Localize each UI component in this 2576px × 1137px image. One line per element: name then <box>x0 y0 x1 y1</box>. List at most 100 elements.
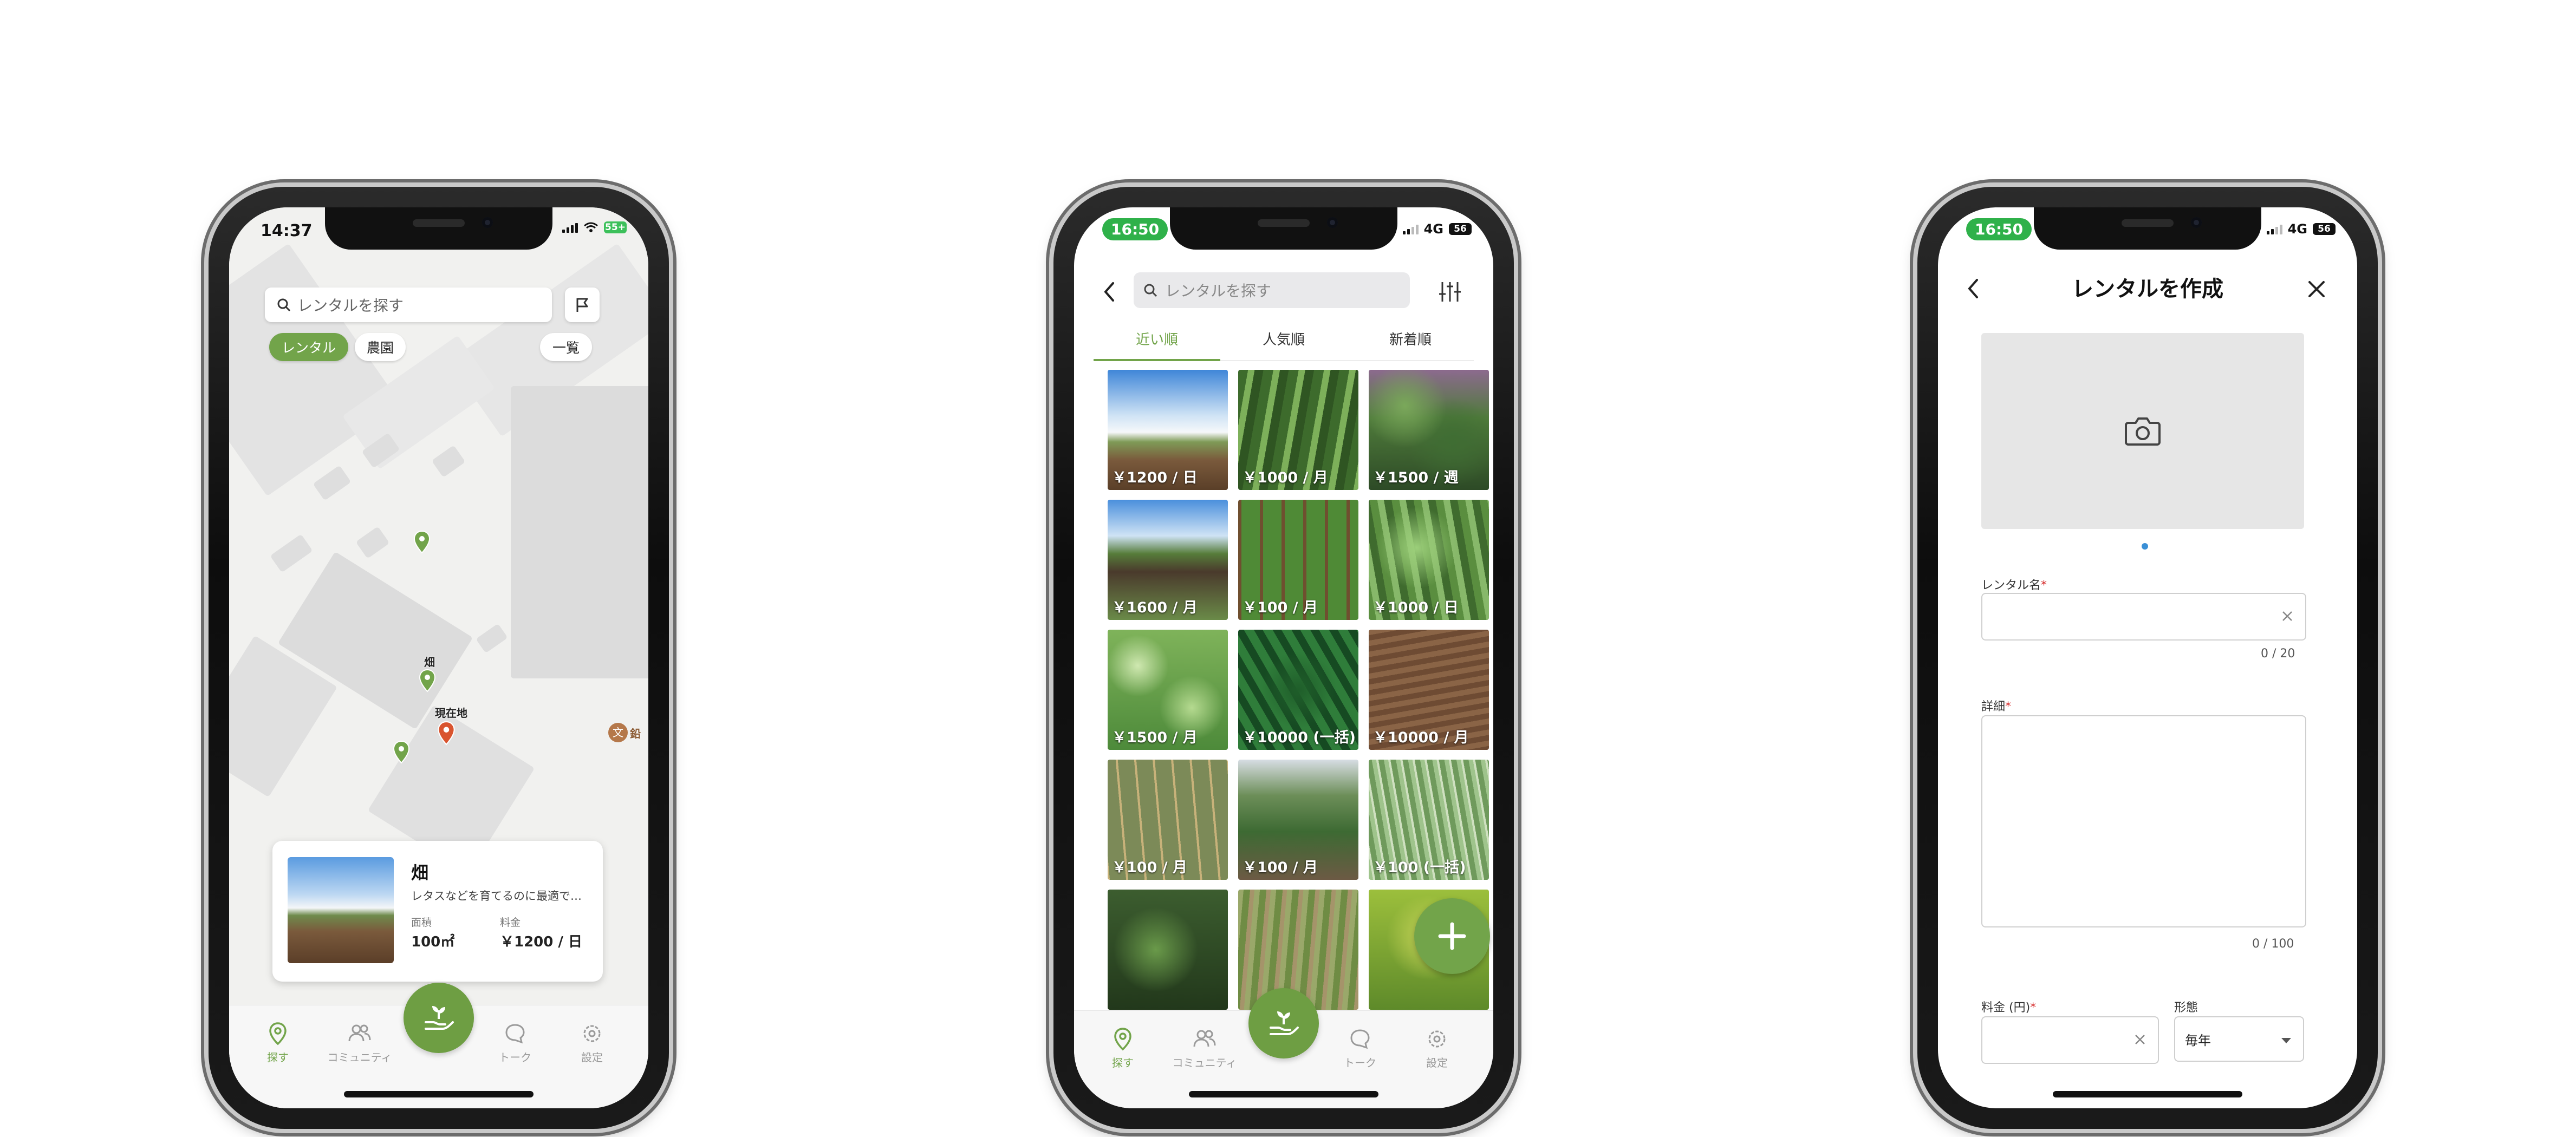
filter-sliders-icon[interactable] <box>1437 280 1463 304</box>
page-indicator-dot <box>2142 543 2148 550</box>
tab-label: トーク <box>1344 1056 1376 1069</box>
users-icon <box>348 1024 371 1042</box>
location-pin-icon <box>269 1022 287 1045</box>
rental-price: ￥100 / 月 <box>1243 599 1318 616</box>
rental-price: ￥1500 / 月 <box>1112 729 1198 746</box>
back-arrow-icon[interactable] <box>1101 281 1117 303</box>
fee-label: 料金 <box>500 917 521 929</box>
rental-price: ￥10000 (一括) <box>1243 729 1356 746</box>
map-pin-icon[interactable] <box>393 740 410 764</box>
chat-bubble-icon <box>505 1024 525 1044</box>
tab-label: 設定 <box>581 1051 603 1064</box>
rental-price: ￥1000 / 日 <box>1373 599 1459 616</box>
filter-chip-farm[interactable]: 農園 <box>355 333 406 361</box>
rental-price: ￥100 / 月 <box>1112 859 1188 876</box>
tab-explore[interactable]: 探す <box>245 1022 310 1064</box>
rental-tile[interactable]: ￥1500 / 週 <box>1369 370 1489 490</box>
detail-textarea[interactable] <box>1981 715 2306 927</box>
search-icon <box>1144 284 1157 297</box>
tab-label: トーク <box>499 1051 531 1064</box>
tab-label: 設定 <box>1426 1056 1448 1069</box>
location-pin-icon <box>1114 1028 1131 1051</box>
tab-popular[interactable]: 人気順 <box>1220 321 1347 360</box>
tab-settings[interactable]: 設定 <box>1404 1027 1469 1070</box>
screen-map: 14:37 55+ レンタルを探す レンタル 農園 一覧 畑 現在地 文 鉛 畑… <box>229 207 648 1108</box>
tab-nearest[interactable]: 近い順 <box>1094 321 1220 361</box>
tab-talk[interactable]: トーク <box>1328 1027 1393 1070</box>
rental-preview-card[interactable]: 畑 レタスなどを育てるのに最適で… 面積 100㎡ 料金 ￥1200 / 日 <box>272 841 603 982</box>
add-rental-button[interactable] <box>1414 898 1490 974</box>
close-icon[interactable] <box>2307 280 2326 298</box>
flag-button[interactable] <box>565 287 600 322</box>
map-pin-icon[interactable] <box>419 669 436 692</box>
tab-talk[interactable]: トーク <box>483 1022 548 1064</box>
rental-title: 畑 <box>411 862 429 883</box>
search-icon <box>277 298 291 312</box>
status-time: 14:37 <box>261 221 313 240</box>
rental-tile[interactable]: ￥1000 / 日 <box>1369 500 1489 620</box>
rental-tile[interactable]: ￥100 / 月 <box>1238 760 1358 880</box>
network-label: 4G <box>1423 221 1443 237</box>
status-time: 16:50 <box>1966 218 2032 240</box>
page-title: レンタルを作成 <box>2072 277 2223 302</box>
tab-label: 探す <box>267 1051 289 1064</box>
battery-icon: 56 <box>2313 223 2336 235</box>
rental-tile[interactable]: ￥100 (一括) <box>1369 760 1489 880</box>
clear-icon[interactable] <box>2134 1034 2146 1045</box>
signal-icon <box>2266 224 2282 234</box>
rental-tile[interactable]: ￥1200 / 日 <box>1108 370 1228 490</box>
area-label: 面積 <box>411 917 432 929</box>
search-input[interactable]: レンタルを探す <box>1134 272 1410 308</box>
sprout-hand-icon <box>425 1006 454 1030</box>
chevron-down-icon <box>2281 1038 2291 1043</box>
fee-input[interactable] <box>1981 1016 2159 1064</box>
home-indicator <box>2053 1091 2242 1097</box>
gear-icon <box>1428 1030 1446 1048</box>
type-label: 形態 <box>2174 1001 2198 1015</box>
clear-icon[interactable] <box>2281 610 2293 622</box>
rental-tile[interactable]: ￥100 / 月 <box>1108 760 1228 880</box>
fee-label: 料金 (円)* <box>1981 1001 2037 1015</box>
rental-name-input[interactable] <box>1981 593 2306 641</box>
sprout-hand-icon <box>1270 1011 1299 1035</box>
map-pin-icon[interactable] <box>413 530 431 554</box>
rental-tile[interactable]: ￥1500 / 月 <box>1108 630 1228 750</box>
rental-tile[interactable]: ￥100 / 月 <box>1238 500 1358 620</box>
status-time: 16:50 <box>1102 218 1168 240</box>
tab-newest[interactable]: 新着順 <box>1347 321 1474 360</box>
rental-tile[interactable]: ￥10000 (一括) <box>1238 630 1358 750</box>
filter-chip-rental[interactable]: レンタル <box>269 333 348 361</box>
tab-community[interactable]: コミュニティ <box>324 1022 395 1064</box>
rental-thumbnail <box>288 857 394 963</box>
phone-list: 16:50 4G 56 レンタルを探す 近い順 人気順 新着順 ￥1200 / … <box>1053 187 1514 1129</box>
rental-tile[interactable]: ￥1600 / 月 <box>1108 500 1228 620</box>
plant-center-button[interactable] <box>404 983 474 1053</box>
type-select[interactable]: 毎年 <box>2174 1016 2304 1062</box>
type-select-value: 毎年 <box>2185 1033 2211 1048</box>
detail-counter: 0 / 100 <box>2252 937 2294 951</box>
tab-community[interactable]: コミュニティ <box>1169 1027 1240 1070</box>
tab-explore[interactable]: 探す <box>1090 1027 1155 1070</box>
plus-icon <box>1438 922 1466 950</box>
search-input[interactable]: レンタルを探す <box>265 287 552 322</box>
photo-upload-area[interactable] <box>1981 333 2304 529</box>
network-label: 4G <box>2287 221 2307 237</box>
rental-description: レタスなどを育てるのに最適で… <box>411 890 582 903</box>
current-location-pin-icon[interactable] <box>437 721 456 746</box>
rental-price: ￥1000 / 月 <box>1243 469 1328 486</box>
poi-label: 鉛 <box>630 727 641 740</box>
plant-center-button[interactable] <box>1248 988 1319 1058</box>
rental-tile[interactable] <box>1108 890 1228 1010</box>
poi-school-icon[interactable]: 文 <box>608 723 628 742</box>
rental-tile[interactable]: ￥10000 / 月 <box>1369 630 1489 750</box>
signal-icon <box>1402 224 1419 234</box>
tab-settings[interactable]: 設定 <box>560 1022 625 1064</box>
home-indicator <box>344 1091 534 1097</box>
list-view-button[interactable]: 一覧 <box>540 333 592 361</box>
rental-tile[interactable]: ￥1000 / 月 <box>1238 370 1358 490</box>
users-icon <box>1193 1030 1216 1047</box>
rental-price: ￥1200 / 日 <box>1112 469 1198 486</box>
rental-name-label: レンタル名* <box>1981 579 2047 592</box>
tab-label: 探す <box>1112 1056 1134 1069</box>
camera-icon <box>2125 417 2161 446</box>
